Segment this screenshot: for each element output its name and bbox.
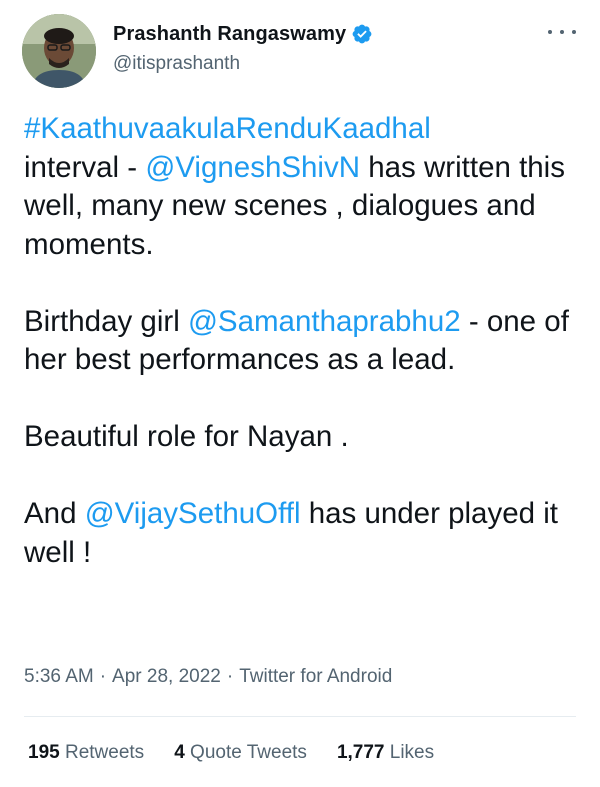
tweet-date[interactable]: Apr 28, 2022 <box>112 666 221 687</box>
tweet-paragraph-2: Birthday girl @Samanthaprabhu2 - one of … <box>24 303 584 380</box>
tweet-text: #KaathuvaakulaRenduKaadhal interval - @V… <box>24 110 584 572</box>
tweet-paragraph-1: #KaathuvaakulaRenduKaadhal interval - @V… <box>24 110 584 264</box>
quote-tweets-stat[interactable]: 4 Quote Tweets <box>174 742 307 764</box>
mention-link-vijaysethuoffl[interactable]: @VijaySethuOffl <box>85 497 301 530</box>
avatar[interactable] <box>22 14 96 88</box>
engagement-stats: 195 Retweets 4 Quote Tweets 1,777 Likes <box>28 742 464 764</box>
mention-link-vigneshshivn[interactable]: @VigneshShivN <box>145 151 360 184</box>
quote-tweets-count: 4 <box>174 742 185 763</box>
likes-label: Likes <box>389 742 435 763</box>
display-name[interactable]: Prashanth Rangaswamy <box>113 23 346 46</box>
verified-badge-icon <box>351 23 373 45</box>
author-info: Prashanth Rangaswamy @itisprashanth <box>113 22 373 75</box>
divider <box>24 716 576 717</box>
tweet-header: Prashanth Rangaswamy @itisprashanth <box>22 8 578 88</box>
tweet-source[interactable]: Twitter for Android <box>239 666 392 687</box>
tweet-paragraph-4: And @VijaySethuOffl has under played it … <box>24 495 584 572</box>
retweets-count: 195 <box>28 742 60 763</box>
likes-count: 1,777 <box>336 742 385 763</box>
meta-separator: · <box>226 666 234 687</box>
meta-separator: · <box>99 666 107 687</box>
retweets-label: Retweets <box>64 742 145 763</box>
tweet-text-segment: interval - <box>24 150 146 184</box>
more-options-icon[interactable] <box>548 22 576 42</box>
tweet-time[interactable]: 5:36 AM <box>24 666 94 687</box>
tweet-paragraph-3: Beautiful role for Nayan . <box>24 418 584 457</box>
author-handle[interactable]: @itisprashanth <box>113 53 373 75</box>
mention-link-samanthaprabhu2[interactable]: @Samanthaprabhu2 <box>188 305 461 338</box>
likes-stat[interactable]: 1,777 Likes <box>337 742 434 764</box>
display-name-row: Prashanth Rangaswamy <box>113 22 373 46</box>
tweet-text-segment: And <box>24 497 85 530</box>
hashtag-link[interactable]: #KaathuvaakulaRenduKaadhal <box>24 112 431 145</box>
quote-tweets-label: Quote Tweets <box>190 742 307 763</box>
retweets-stat[interactable]: 195 Retweets <box>28 742 144 764</box>
tweet-text-segment: Beautiful role for Nayan . <box>24 420 349 453</box>
tweet-text-segment: Birthday girl <box>24 304 188 338</box>
tweet-meta: 5:36 AM · Apr 28, 2022 · Twitter for Android <box>24 666 392 688</box>
